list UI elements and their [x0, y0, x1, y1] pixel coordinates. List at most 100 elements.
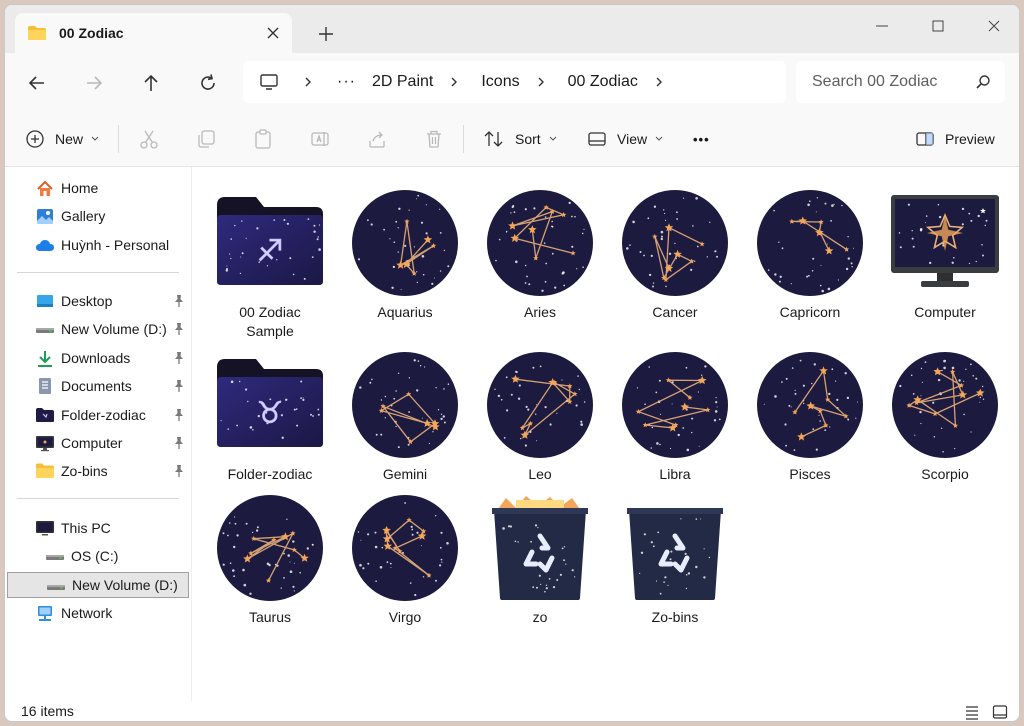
close-tab-icon[interactable] — [264, 24, 282, 42]
file-item-00-zodiac-sample[interactable]: ♐ 00 Zodiac Sample — [208, 181, 332, 339]
large-icons-view-icon[interactable] — [991, 703, 1009, 721]
file-item-computer[interactable]: Computer — [883, 181, 1007, 331]
sort-button[interactable]: Sort — [483, 111, 557, 167]
back-arrow-icon[interactable] — [25, 71, 49, 95]
pin-icon[interactable] — [172, 379, 186, 393]
cut-button[interactable] — [138, 111, 160, 167]
file-item-zo-bins[interactable]: Zo-bins — [613, 486, 737, 636]
chevron-right-icon[interactable] — [447, 75, 461, 89]
sidebar-item-home[interactable]: Home — [7, 175, 189, 201]
file-item-aries[interactable]: Aries — [478, 181, 602, 331]
zodiac-folder-icon: ♉ — [217, 359, 323, 447]
breadcrumb-2d-paint[interactable]: 2D Paint — [372, 73, 433, 91]
pin-icon[interactable] — [172, 408, 186, 422]
sidebar-item-network[interactable]: Network — [7, 600, 189, 626]
pin-icon[interactable] — [172, 351, 186, 365]
sidebar-item-documents[interactable]: Documents — [7, 373, 189, 399]
file-item-folder-zodiac[interactable]: ♉ Folder-zodiac — [208, 343, 332, 493]
sidebar-item-label: Home — [61, 180, 99, 196]
trash-icon — [427, 130, 441, 148]
view-button[interactable]: View — [587, 111, 663, 167]
rename-button[interactable] — [309, 111, 331, 167]
file-name: Folder-zodiac — [227, 466, 313, 482]
drive-icon — [47, 584, 65, 590]
search-input[interactable]: Search 00 Zodiac — [796, 61, 1005, 103]
file-name: Computer — [914, 304, 976, 320]
more-options-button[interactable]: ••• — [693, 111, 710, 167]
copy-button[interactable] — [195, 111, 217, 167]
sidebar-item-label: New Volume (D:) — [61, 321, 167, 338]
new-tab-icon[interactable] — [315, 23, 337, 45]
file-item-taurus[interactable]: Taurus — [208, 486, 332, 636]
address-bar[interactable]: ··· 2D Paint Icons 00 Zodiac — [243, 61, 786, 103]
sidebar-item-gallery[interactable]: Gallery — [7, 203, 189, 229]
sidebar-item-desktop[interactable]: Desktop — [7, 288, 189, 314]
share-button[interactable] — [366, 111, 388, 167]
file-name: Gemini — [382, 466, 428, 482]
file-item-virgo[interactable]: Virgo — [343, 486, 467, 636]
up-arrow-icon[interactable] — [139, 71, 163, 95]
sidebar-item-computer[interactable]: Computer — [7, 430, 189, 456]
sidebar-item-label: Desktop — [61, 293, 113, 309]
sidebar-item-os-c[interactable]: OS (C:) — [7, 543, 189, 569]
minimize-icon[interactable] — [869, 13, 895, 39]
chevron-right-icon[interactable] — [652, 75, 666, 89]
sidebar-item-folder-zodiac[interactable]: Folder-zodiac — [7, 402, 189, 428]
sidebar-item-downloads[interactable]: Downloads — [7, 345, 189, 371]
chevron-down-icon — [91, 136, 99, 141]
breadcrumb-00-zodiac[interactable]: 00 Zodiac — [568, 73, 638, 91]
new-button[interactable]: New — [25, 111, 99, 167]
sidebar-item-zo-bins[interactable]: Zo-bins — [7, 458, 189, 484]
new-label: New — [55, 131, 84, 147]
file-item-cancer[interactable]: Cancer — [613, 181, 737, 331]
cloud-icon — [36, 239, 54, 251]
paste-button[interactable] — [252, 111, 274, 167]
status-bar: 16 items — [5, 701, 1019, 721]
search-icon[interactable] — [975, 74, 991, 90]
file-name: Pisces — [789, 466, 831, 482]
sidebar-item-this-pc[interactable]: This PC — [7, 515, 189, 541]
sidebar-divider — [17, 498, 179, 499]
file-item-aquarius[interactable]: Aquarius — [343, 181, 467, 331]
pin-icon[interactable] — [172, 436, 186, 450]
forward-arrow-icon[interactable] — [82, 71, 106, 95]
delete-button[interactable] — [423, 111, 445, 167]
download-icon — [38, 350, 52, 367]
close-window-icon[interactable] — [981, 13, 1007, 39]
sidebar-item-new-volume-d[interactable]: New Volume (D:) — [7, 571, 189, 598]
file-item-gemini[interactable]: Gemini — [343, 343, 467, 493]
folder-icon — [36, 463, 54, 479]
file-name: Leo — [528, 466, 552, 482]
pin-icon[interactable] — [172, 322, 186, 336]
pin-icon[interactable] — [172, 294, 186, 308]
file-item-leo[interactable]: Leo — [478, 343, 602, 493]
sidebar-item-label: Folder-zodiac — [61, 406, 146, 423]
svg-text:♉: ♉ — [257, 396, 284, 431]
file-item-capricorn[interactable]: Capricorn — [748, 181, 872, 331]
zodiac-folder-icon: ♐ — [217, 197, 323, 285]
file-item-pisces[interactable]: Pisces — [748, 343, 872, 493]
maximize-icon[interactable] — [925, 13, 951, 39]
file-item-zo[interactable]: zo — [478, 486, 602, 636]
sidebar-item-hu-nh-personal[interactable]: Huỳnh - Personal — [7, 232, 189, 258]
file-name: Aries — [524, 304, 556, 320]
tab-00-zodiac[interactable]: 00 Zodiac — [15, 13, 292, 53]
sidebar-item-new-volume-d[interactable]: New Volume (D:) — [7, 316, 189, 342]
desktop-icon — [37, 295, 53, 307]
chevron-down-icon — [655, 136, 663, 141]
file-item-libra[interactable]: Libra — [613, 343, 737, 493]
file-name: Capricorn — [779, 304, 841, 320]
pin-icon[interactable] — [172, 464, 186, 478]
file-name: Libra — [659, 466, 691, 482]
details-view-icon[interactable] — [963, 703, 981, 721]
breadcrumb-overflow[interactable]: ··· — [337, 73, 356, 91]
file-name: 00 Zodiac Sample — [239, 304, 301, 339]
file-item-scorpio[interactable]: Scorpio — [883, 343, 1007, 493]
monitor-icon[interactable] — [259, 73, 279, 91]
chevron-right-icon[interactable] — [534, 75, 548, 89]
chevron-right-icon[interactable] — [301, 75, 315, 89]
breadcrumb-icons[interactable]: Icons — [481, 73, 519, 91]
preview-button[interactable]: Preview — [915, 111, 995, 167]
refresh-icon[interactable] — [196, 71, 220, 95]
drive-icon — [46, 555, 64, 561]
